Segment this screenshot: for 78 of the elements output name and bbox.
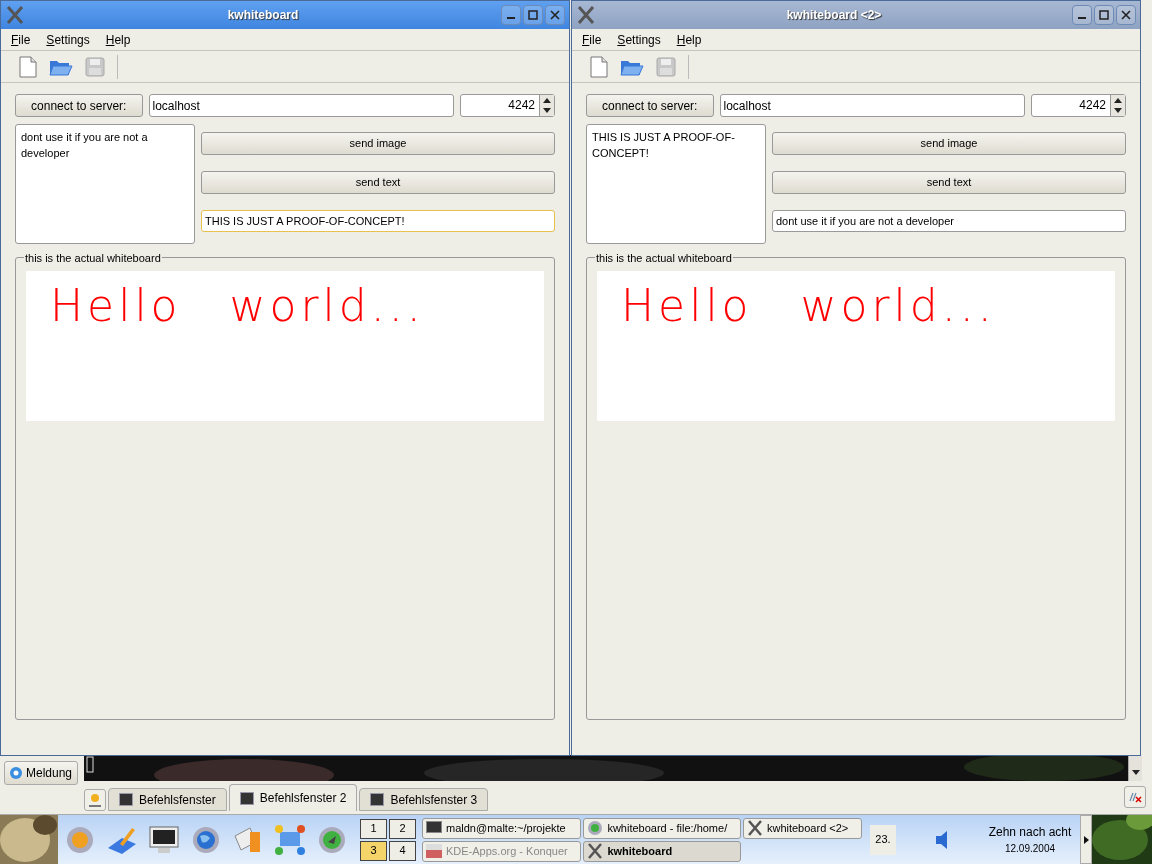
handwriting: Hello world...	[50, 280, 425, 331]
send-image-button[interactable]: send image	[201, 132, 555, 155]
send-image-button[interactable]: send image	[772, 132, 1126, 155]
whiteboard-canvas[interactable]: Hello world...	[597, 271, 1115, 421]
close-icon	[1121, 10, 1131, 20]
terminal-icon[interactable]	[148, 823, 180, 856]
task-button[interactable]: kwhiteboard	[583, 840, 741, 862]
menu-item[interactable]: Settings	[617, 30, 661, 49]
send-text-button[interactable]: send text	[201, 171, 555, 194]
konsole-tab[interactable]: Befehlsfenster 3	[359, 788, 489, 811]
kde-logo-icon	[426, 844, 442, 858]
maximize-button[interactable]	[1094, 5, 1114, 25]
maximize-icon	[1099, 10, 1109, 20]
clock-time: Zehn nach acht	[988, 824, 1072, 841]
menu-item[interactable]: Help	[105, 30, 131, 49]
host-field[interactable]: localhost	[148, 94, 455, 117]
close-icon	[550, 10, 560, 20]
task-button[interactable]: kwhiteboard - file:/home/	[583, 817, 741, 839]
terminal-icon	[426, 821, 442, 835]
close-tab-button[interactable]	[1124, 786, 1146, 808]
send-text-button[interactable]: send text	[772, 171, 1126, 194]
right-arrow-icon	[1083, 835, 1089, 844]
maximize-icon	[528, 10, 538, 20]
message-field[interactable]: dont use it if you are not a developer	[772, 210, 1126, 232]
port-value: 4242	[507, 97, 536, 114]
scroll-right-button[interactable]	[1080, 815, 1092, 864]
down-arrow-icon[interactable]	[1131, 770, 1140, 775]
up-arrow-icon[interactable]	[543, 97, 551, 103]
x-logo-icon	[746, 820, 763, 836]
window-title: kwhiteboard	[226, 7, 300, 24]
handwriting: Hello world...	[621, 280, 996, 331]
port-spinbox[interactable]: 4242	[1031, 94, 1126, 117]
pager-desktop[interactable]: 1	[360, 818, 387, 839]
minimize-button[interactable]	[501, 5, 521, 25]
task-button[interactable]: kwhiteboard <2>	[742, 817, 862, 839]
network-icon[interactable]	[274, 823, 306, 856]
up-arrow-icon[interactable]	[1114, 97, 1122, 103]
menu-item[interactable]: File	[582, 30, 602, 49]
message-field[interactable]: THIS IS JUST A PROOF-OF-CONCEPT!	[201, 210, 555, 232]
pager-desktop[interactable]: 4	[389, 840, 416, 861]
task-button[interactable]: maldn@malte:~/projekte	[422, 817, 582, 839]
port-spinbox[interactable]: 4242	[460, 94, 555, 117]
menu-item[interactable]: Help	[676, 30, 702, 49]
speaker-icon[interactable]	[934, 828, 950, 851]
down-arrow-icon[interactable]	[543, 108, 551, 114]
terminal-icon	[119, 793, 133, 806]
close-icon	[1128, 791, 1142, 803]
minimize-button[interactable]	[1072, 5, 1092, 25]
menu-item[interactable]: File	[11, 30, 31, 49]
close-button[interactable]	[545, 5, 565, 25]
clock-date: 12.09.2004	[1004, 842, 1056, 856]
port-value: 4242	[1078, 97, 1107, 114]
minimize-icon	[1078, 17, 1086, 19]
window-title: kwhiteboard <2>	[785, 7, 883, 24]
new-tab-button[interactable]	[84, 789, 106, 811]
side-button[interactable]: Meldung	[4, 761, 78, 785]
konsole-tab[interactable]: Befehlsfenster	[108, 788, 227, 811]
pager-desktop[interactable]: 3	[360, 840, 387, 861]
terminal-icon	[370, 793, 385, 806]
x-logo-icon	[587, 843, 604, 859]
connect-button[interactable]: connect to server:	[586, 94, 714, 117]
konsole-tab[interactable]: Befehlsfenster 2	[228, 784, 358, 811]
notes-textarea[interactable]: THIS IS JUST A PROOF-OF-CONCEPT!	[586, 124, 766, 244]
x-logo-icon	[576, 5, 596, 25]
scrollbar[interactable]	[1128, 755, 1142, 781]
host-field[interactable]: localhost	[719, 94, 1026, 117]
down-arrow-icon[interactable]	[1114, 108, 1122, 114]
pager-desktop[interactable]: 2	[389, 818, 416, 839]
close-button[interactable]	[1116, 5, 1136, 25]
minimize-icon	[507, 17, 515, 19]
notes-textarea[interactable]: dont use it if you are not a developer	[15, 124, 195, 244]
terminal-icon	[239, 791, 254, 805]
x-logo-icon	[5, 5, 25, 25]
whiteboard-canvas[interactable]: Hello world...	[26, 271, 544, 421]
menu-item[interactable]: Settings	[46, 30, 90, 49]
applet-label: 23.	[870, 824, 896, 855]
maximize-button[interactable]	[523, 5, 543, 25]
connect-button[interactable]: connect to server:	[15, 94, 143, 117]
